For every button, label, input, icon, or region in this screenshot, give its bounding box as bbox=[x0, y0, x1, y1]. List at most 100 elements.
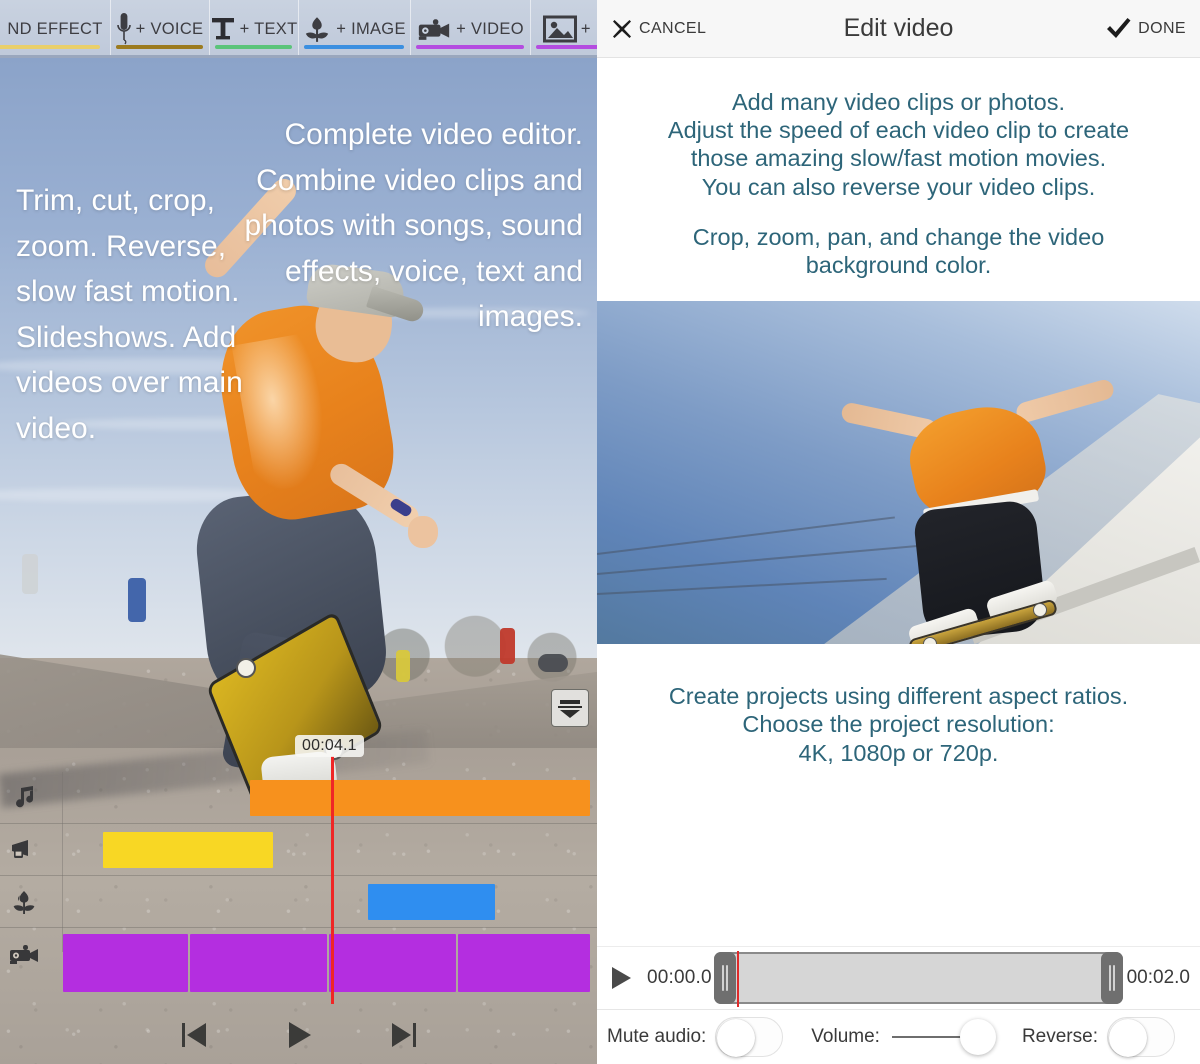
trim-end-time: 00:02.0 bbox=[1126, 967, 1190, 988]
description-line: background color. bbox=[805, 251, 992, 278]
music-note-icon bbox=[6, 785, 42, 811]
description-block-1: Add many video clips or photos. Adjust t… bbox=[597, 58, 1200, 285]
megaphone-icon bbox=[6, 838, 42, 862]
description-line: 4K, 1080p or 720p. bbox=[798, 739, 999, 766]
left-editor-panel: Complete video editor. Combine video cli… bbox=[0, 0, 597, 1064]
handle-grip-line bbox=[1108, 965, 1111, 991]
timeline-clip-image[interactable] bbox=[368, 884, 495, 920]
edit-video-header: CANCEL Edit video DONE bbox=[597, 0, 1200, 58]
timeline-clip-audio[interactable] bbox=[250, 780, 590, 816]
trim-handle-right[interactable] bbox=[1100, 952, 1123, 1004]
background-bicycle bbox=[538, 654, 568, 672]
preview-skater-arm-right bbox=[1014, 377, 1116, 425]
check-icon bbox=[1107, 17, 1131, 38]
app-screenshot: Complete video editor. Combine video cli… bbox=[0, 0, 1200, 1064]
export-down-icon bbox=[558, 700, 582, 718]
video-preview[interactable] bbox=[597, 301, 1200, 645]
trim-start-time: 00:00.0 bbox=[647, 967, 712, 988]
toolbar-item-photo[interactable]: + P bbox=[530, 0, 597, 58]
timeline-clip-video[interactable] bbox=[458, 934, 590, 992]
description-line: You can also reverse your video clips. bbox=[701, 173, 1096, 200]
timeline-clip-video[interactable] bbox=[63, 934, 188, 992]
skater-hand bbox=[408, 516, 438, 548]
handle-grip-line bbox=[725, 965, 728, 991]
toolbar-item-image[interactable]: + IMAGE bbox=[298, 0, 410, 58]
x-icon bbox=[613, 19, 631, 38]
play-icon bbox=[288, 1022, 311, 1048]
skip-back-icon bbox=[181, 1023, 206, 1047]
text-t-icon bbox=[210, 15, 236, 43]
description-block-2: Create projects using different aspect r… bbox=[597, 644, 1200, 767]
toolbar-label-sound-effect: ND EFFECT bbox=[7, 19, 103, 38]
preview-skateboard-wheel bbox=[923, 637, 937, 645]
toolbar-label-image: + IMAGE bbox=[336, 19, 406, 38]
toolbar-item-sound-effect[interactable]: ND EFFECT bbox=[0, 0, 110, 58]
current-time-badge: 00:04.1 bbox=[295, 735, 364, 757]
volume-label: Volume: bbox=[811, 1026, 880, 1047]
skip-back-button[interactable] bbox=[179, 1019, 209, 1051]
transport-controls bbox=[0, 1006, 597, 1064]
timeline-clip-sound-effect[interactable] bbox=[103, 832, 273, 868]
description-line: Add many video clips or photos. bbox=[731, 89, 1066, 115]
description-line: those amazing slow/fast motion movies. bbox=[690, 145, 1107, 172]
trim-play-button[interactable] bbox=[609, 965, 633, 991]
tulip-icon bbox=[6, 888, 42, 916]
toolbar-item-video[interactable]: + VIDEO bbox=[410, 0, 530, 58]
microphone-icon bbox=[116, 12, 132, 46]
timeline-gutter-divider bbox=[62, 772, 63, 952]
timeline-clip-video[interactable] bbox=[190, 934, 327, 992]
export-download-button[interactable] bbox=[551, 689, 589, 727]
add-media-toolbar[interactable]: ND EFFECT + VOICE + TEXT + IMAGE + VIDEO… bbox=[0, 0, 597, 58]
toolbar-underline-video bbox=[416, 45, 524, 49]
description-line: Choose the project resolution: bbox=[742, 711, 1055, 738]
handle-grip-line bbox=[721, 965, 724, 991]
toolbar-label-text: + TEXT bbox=[239, 19, 298, 38]
cancel-button[interactable]: CANCEL bbox=[611, 18, 706, 40]
trim-track[interactable] bbox=[713, 951, 1123, 1007]
mute-audio-toggle[interactable] bbox=[715, 1017, 784, 1057]
play-button[interactable] bbox=[285, 1019, 313, 1051]
slider-knob[interactable] bbox=[959, 1019, 996, 1055]
toolbar-label-photo: + P bbox=[580, 19, 597, 38]
trim-playhead[interactable] bbox=[736, 951, 740, 1007]
toolbar-underline-image bbox=[304, 45, 404, 49]
toolbar-item-voice[interactable]: + VOICE bbox=[110, 0, 209, 58]
volume-control: Volume: bbox=[811, 1017, 996, 1057]
trim-bar-row[interactable]: 00:00.0 00:02.0 bbox=[597, 946, 1200, 1010]
timeline-track-image[interactable] bbox=[0, 876, 597, 928]
reverse-label: Reverse: bbox=[1021, 1026, 1098, 1047]
reverse-toggle[interactable] bbox=[1106, 1017, 1175, 1057]
toggle-knob bbox=[1108, 1019, 1147, 1057]
mute-audio-label: Mute audio: bbox=[607, 1026, 707, 1047]
timeline[interactable] bbox=[0, 772, 597, 994]
background-person bbox=[500, 628, 515, 664]
tulip-icon bbox=[302, 14, 332, 44]
skip-forward-icon bbox=[391, 1023, 416, 1047]
toolbar-label-voice: + VOICE bbox=[135, 19, 204, 38]
timeline-playhead[interactable] bbox=[331, 756, 334, 1004]
timeline-track-sound-effect[interactable] bbox=[0, 824, 597, 876]
volume-slider[interactable] bbox=[891, 1017, 996, 1057]
toolbar-underline-sound-effect bbox=[0, 45, 100, 49]
done-button[interactable]: DONE bbox=[1106, 17, 1186, 41]
timeline-track-video[interactable] bbox=[0, 928, 597, 992]
toolbar-underline-text bbox=[215, 45, 292, 49]
skip-forward-button[interactable] bbox=[389, 1019, 419, 1051]
background-person bbox=[22, 554, 38, 594]
timeline-clip-video[interactable] bbox=[329, 934, 456, 992]
video-settings-controls: Mute audio: Volume: Reverse: bbox=[597, 1010, 1200, 1064]
video-camera-icon bbox=[6, 942, 42, 966]
toolbar-underline-photo bbox=[536, 45, 597, 49]
timeline-track-audio[interactable] bbox=[0, 772, 597, 824]
skateboard-wheel bbox=[236, 658, 256, 678]
video-camera-icon bbox=[416, 16, 452, 42]
edit-video-panel: CANCEL Edit video DONE Add many video cl… bbox=[597, 0, 1200, 1064]
description-line: Adjust the speed of each video clip to c… bbox=[667, 117, 1130, 144]
done-label: DONE bbox=[1138, 19, 1186, 37]
toggle-knob bbox=[717, 1019, 756, 1057]
trim-handle-left[interactable] bbox=[713, 952, 736, 1004]
toolbar-item-text[interactable]: + TEXT bbox=[209, 0, 298, 58]
photo-frame-icon bbox=[542, 15, 577, 43]
description-line: Create projects using different aspect r… bbox=[668, 683, 1129, 710]
